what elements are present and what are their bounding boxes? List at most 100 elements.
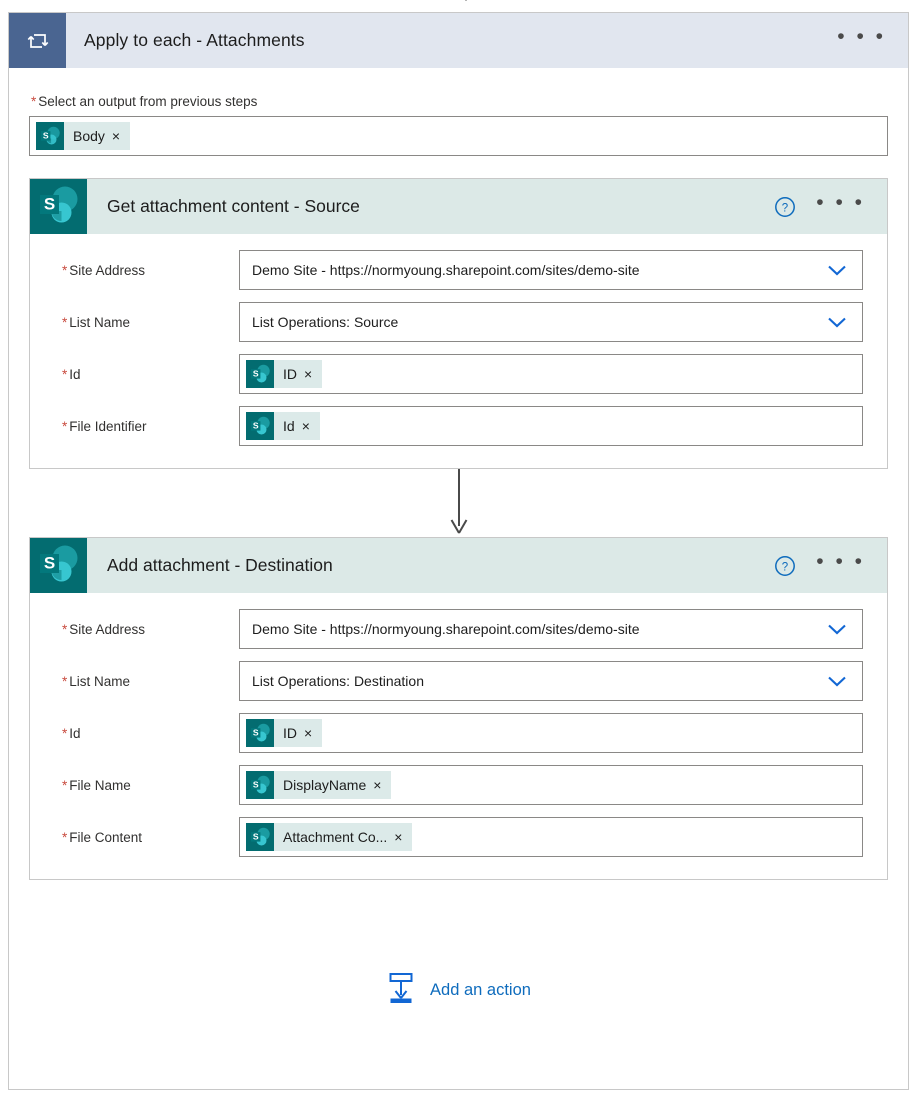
action-overflow-menu-icon[interactable]: • • • xyxy=(802,179,887,234)
foreach-input[interactable]: S Body × xyxy=(29,116,888,156)
field-label-text: List Name xyxy=(69,314,131,330)
field-id: * Id S ID × xyxy=(54,713,863,753)
action-card-get-attachment-content: S Get attachment content - Source ? • • … xyxy=(29,178,888,469)
required-marker: * xyxy=(31,94,37,109)
sharepoint-icon: S xyxy=(246,719,274,747)
field-label: * Id xyxy=(54,726,239,741)
token-chip[interactable]: S Body × xyxy=(36,122,131,150)
action-card-body: * Site Address Demo Site - https://normyo… xyxy=(30,593,887,879)
file-name-token-input[interactable]: S DisplayName × xyxy=(239,765,863,805)
action-overflow-menu-icon[interactable]: • • • xyxy=(802,538,887,593)
field-label-text: Id xyxy=(69,725,81,741)
add-an-action-button[interactable]: Add an action xyxy=(29,972,888,1009)
help-circle-icon[interactable]: ? xyxy=(774,538,802,593)
token-remove-icon[interactable]: × xyxy=(394,830,412,844)
svg-text:S: S xyxy=(253,779,259,789)
loop-overflow-menu-icon[interactable]: • • • xyxy=(837,13,908,68)
field-label: * List Name xyxy=(54,315,239,330)
svg-text:S: S xyxy=(253,727,259,737)
token-chip[interactable]: S Attachment Co... × xyxy=(246,823,413,851)
svg-text:S: S xyxy=(44,195,55,214)
token-chip-label: ID xyxy=(283,366,297,382)
token-chip-label: Body xyxy=(73,128,105,144)
foreach-label-text: Select an output from previous steps xyxy=(38,94,258,109)
site-address-dropdown[interactable]: Demo Site - https://normyoung.sharepoint… xyxy=(239,250,863,290)
field-label-text: File Content xyxy=(69,829,143,845)
token-remove-icon[interactable]: × xyxy=(304,367,322,381)
field-list-name: * List Name List Operations: Destination xyxy=(54,661,863,701)
chevron-down-icon[interactable] xyxy=(826,315,854,329)
list-name-dropdown[interactable]: List Operations: Destination xyxy=(239,661,863,701)
apply-to-each-title: Apply to each - Attachments xyxy=(84,30,305,50)
field-label: * List Name xyxy=(54,674,239,689)
apply-to-each-header[interactable]: Apply to each - Attachments • • • xyxy=(9,13,908,68)
loop-repeat-icon xyxy=(9,13,66,68)
site-address-dropdown[interactable]: Demo Site - https://normyoung.sharepoint… xyxy=(239,609,863,649)
chevron-down-icon[interactable] xyxy=(826,263,854,277)
svg-text:?: ? xyxy=(782,202,788,214)
token-chip[interactable]: S Id × xyxy=(246,412,320,440)
token-chip[interactable]: S DisplayName × xyxy=(246,771,392,799)
token-remove-icon[interactable]: × xyxy=(304,726,322,740)
field-value: Demo Site - https://normyoung.sharepoint… xyxy=(252,621,640,637)
incoming-connector-arrow xyxy=(458,0,474,1)
sharepoint-icon: S xyxy=(30,538,87,593)
required-marker: * xyxy=(62,262,68,278)
action-card-title: Get attachment content - Source xyxy=(107,196,360,216)
sharepoint-icon: S xyxy=(246,823,274,851)
action-card-header[interactable]: S Add attachment - Destination ? • • • xyxy=(30,538,887,593)
svg-text:S: S xyxy=(253,368,259,378)
field-label-text: List Name xyxy=(69,673,131,689)
required-marker: * xyxy=(62,366,68,382)
field-label-text: File Name xyxy=(69,777,131,793)
required-marker: * xyxy=(62,725,68,741)
action-card-header[interactable]: S Get attachment content - Source ? • • … xyxy=(30,179,887,234)
id-token-input[interactable]: S ID × xyxy=(239,713,863,753)
field-label: * File Content xyxy=(54,830,239,845)
svg-text:?: ? xyxy=(782,561,788,573)
field-label-text: Site Address xyxy=(69,621,146,637)
token-chip[interactable]: S ID × xyxy=(246,719,323,747)
apply-to-each-container: Apply to each - Attachments • • • * Selec… xyxy=(8,12,909,1090)
token-remove-icon[interactable]: × xyxy=(373,778,391,792)
sharepoint-icon: S xyxy=(246,360,274,388)
field-file-name: * File Name S DisplayName × xyxy=(54,765,863,805)
required-marker: * xyxy=(62,314,68,330)
field-value: Demo Site - https://normyoung.sharepoint… xyxy=(252,262,640,278)
chevron-down-icon[interactable] xyxy=(826,622,854,636)
token-chip-label: Id xyxy=(283,418,295,434)
required-marker: * xyxy=(62,673,68,689)
list-name-dropdown[interactable]: List Operations: Source xyxy=(239,302,863,342)
required-marker: * xyxy=(62,777,68,793)
id-token-input[interactable]: S ID × xyxy=(239,354,863,394)
field-id: * Id S ID × xyxy=(54,354,863,394)
token-remove-icon[interactable]: × xyxy=(112,129,130,143)
token-chip-label: DisplayName xyxy=(283,777,367,793)
chevron-down-icon[interactable] xyxy=(826,674,854,688)
field-label-text: Id xyxy=(69,366,81,382)
svg-text:S: S xyxy=(253,420,259,430)
svg-text:S: S xyxy=(43,130,49,140)
token-chip-label: Attachment Co... xyxy=(283,829,388,845)
token-chip-label: ID xyxy=(283,725,297,741)
svg-text:S: S xyxy=(44,554,55,573)
required-marker: * xyxy=(62,621,68,637)
sharepoint-icon: S xyxy=(36,122,64,150)
action-card-title: Add attachment - Destination xyxy=(107,555,333,575)
foreach-field-label: * Select an output from previous steps xyxy=(29,94,888,109)
help-circle-icon[interactable]: ? xyxy=(774,179,802,234)
field-site-address: * Site Address Demo Site - https://normyo… xyxy=(54,609,863,649)
file-identifier-token-input[interactable]: S Id × xyxy=(239,406,863,446)
field-label-text: Site Address xyxy=(69,262,146,278)
field-label: * Id xyxy=(54,367,239,382)
apply-to-each-body: * Select an output from previous steps S … xyxy=(9,68,908,1089)
file-content-token-input[interactable]: S Attachment Co... × xyxy=(239,817,863,857)
field-label: * Site Address xyxy=(54,263,239,278)
sharepoint-icon: S xyxy=(246,412,274,440)
field-label-text: File Identifier xyxy=(69,418,147,434)
token-chip[interactable]: S ID × xyxy=(246,360,323,388)
token-remove-icon[interactable]: × xyxy=(302,419,320,433)
add-action-label: Add an action xyxy=(430,981,531,999)
field-value: List Operations: Destination xyxy=(252,673,424,689)
field-site-address: * Site Address Demo Site - https://normyo… xyxy=(54,250,863,290)
